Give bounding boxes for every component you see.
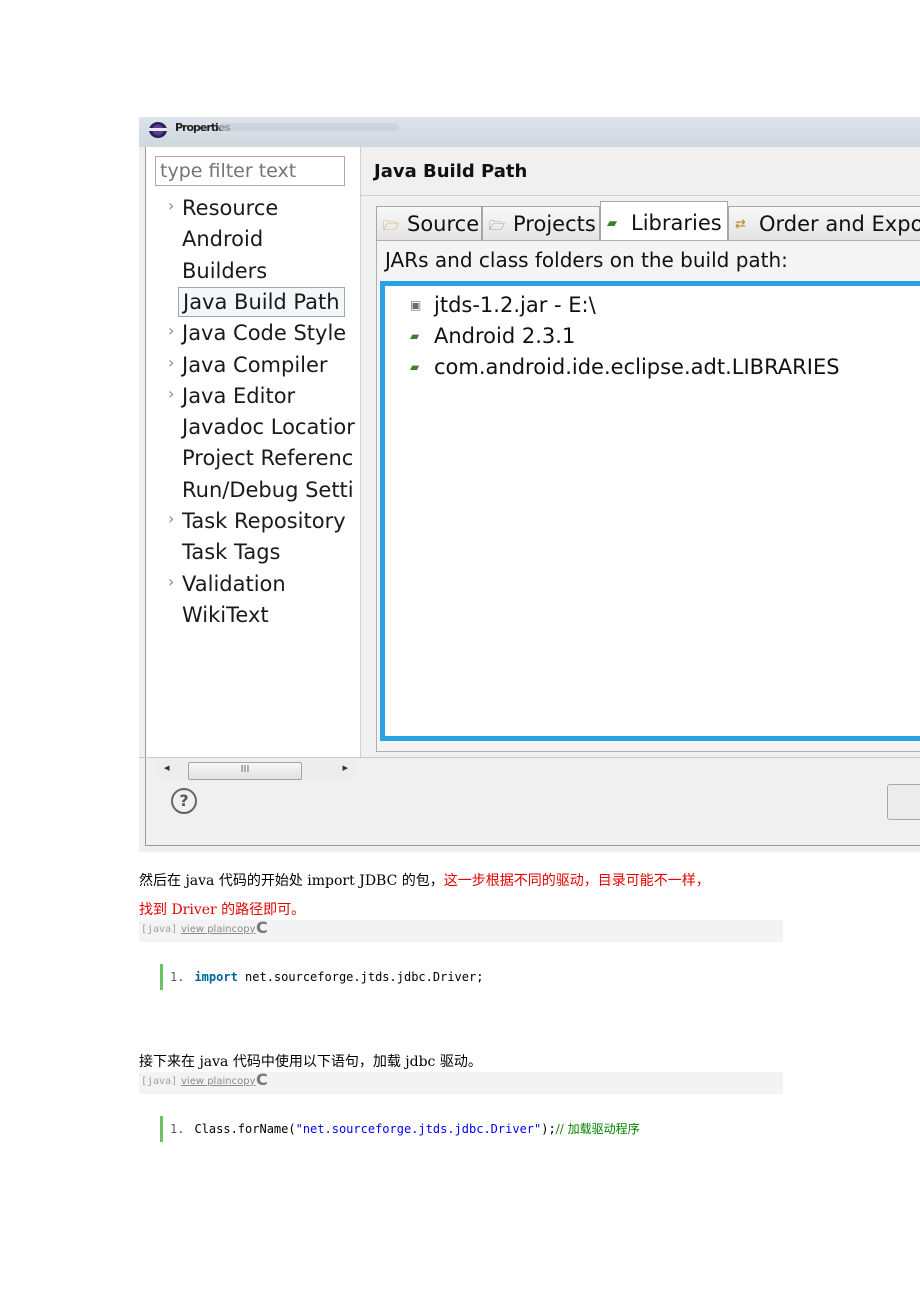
tree-item-label: Builders <box>182 258 268 283</box>
tree-item-label: Java Code Style <box>182 321 347 346</box>
tab-label: Order and Expor <box>759 212 920 236</box>
code-text: Class.forName( <box>194 1122 296 1136</box>
left-panel: ›ResourceAndroidBuildersJava Build Path›… <box>146 147 361 780</box>
filter-input[interactable] <box>155 156 345 186</box>
paragraph-driver-path: 找到 Driver 的路径即可。 <box>139 902 306 918</box>
window-title-bar: Properties <box>139 117 920 147</box>
source-folder-icon: 🗁 <box>383 219 400 234</box>
code-keyword: import <box>194 970 238 984</box>
dialog-divider <box>139 757 920 758</box>
tree-item-label: WikiText <box>182 602 269 627</box>
tree-item-label: Java Editor <box>182 383 296 408</box>
copy-icon[interactable]: C <box>256 918 268 937</box>
code-line-import: 1. import net.sourceforge.jtds.jdbc.Drive… <box>160 964 483 990</box>
paragraph-text: 然后在 java 代码的开始处 import JDBC 的包， <box>139 873 444 889</box>
expand-arrow-icon[interactable]: › <box>168 196 174 215</box>
tree-item-label: Resource <box>182 196 279 220</box>
tab-label: Source <box>407 212 480 236</box>
paragraph-load-driver: 接下来在 java 代码中使用以下语句，加载 jdbc 驱动。 <box>139 1054 482 1070</box>
right-panel: Java Build Path 🗁 Source 🗁 Projects ▰ Li… <box>361 147 920 757</box>
code-text: ); <box>541 1122 556 1136</box>
eclipse-properties-screenshot: Properties › Resource Android Builders Java … <box>139 117 920 852</box>
line-number: 1. <box>170 970 185 984</box>
code-line-class-forname: 1. Class.forName("net.sourceforge.jtds.jd… <box>160 1116 640 1142</box>
tab-libraries[interactable]: ▰ Libraries <box>600 201 728 241</box>
libraries-icon: ▰ <box>607 216 617 231</box>
tree-item[interactable]: › Validation <box>146 569 360 599</box>
tree-item-label: Project Referenc <box>182 446 354 471</box>
tree-item[interactable]: Project Referenc <box>146 443 360 473</box>
tree-item[interactable]: Java Build Path <box>146 286 360 317</box>
tree-item-label: Java Build Path <box>178 286 345 317</box>
tab-label: Libraries <box>631 211 722 235</box>
tree-item-label: Run/Debug Setti <box>182 477 354 502</box>
tree-item-label: Task Tags <box>182 540 281 565</box>
paragraph-highlight: 这一步根据不同的驱动，目录可能不一样， <box>443 873 710 889</box>
projects-icon: 🗁 <box>489 219 506 234</box>
line-number: 1. <box>170 1122 185 1136</box>
header-divider <box>361 195 920 196</box>
ok-button[interactable] <box>887 784 920 820</box>
code-language: [java] <box>141 1076 178 1087</box>
code-language: [java] <box>141 924 178 935</box>
tree-item-label: Validation <box>182 571 286 596</box>
view-plain-link[interactable]: view plaincopy <box>181 1076 255 1087</box>
copy-icon[interactable]: C <box>256 1070 268 1089</box>
library-label: jtds-1.2.jar - E:\ <box>434 293 596 317</box>
tree-item[interactable]: Run/Debug Setti <box>146 475 360 505</box>
tree-item[interactable]: Javadoc Locatior <box>146 412 360 442</box>
expand-arrow-icon[interactable]: › <box>168 384 174 403</box>
tree-item-label: Javadoc Locatior <box>182 415 355 440</box>
tab-projects[interactable]: 🗁 Projects <box>482 206 600 240</box>
tree-item-label: Task Repository <box>182 509 346 533</box>
page-title: Java Build Path <box>374 161 528 182</box>
scroll-right-icon[interactable]: ▸ <box>342 761 348 774</box>
tree-item[interactable]: › Java Code Style <box>146 318 360 348</box>
jar-icon: ▣ <box>410 298 422 312</box>
tree-item[interactable]: Builders <box>146 256 360 286</box>
tree-item[interactable]: › Java Editor <box>146 381 360 411</box>
libraries-list[interactable]: ▣ jtds-1.2.jar - E:\ ▰ Android 2.3.1 ▰ c… <box>380 281 920 741</box>
tree-item[interactable]: Task Tags <box>146 537 360 567</box>
code-text: net.sourceforge.jtds.jdbc.Driver; <box>237 970 484 984</box>
code-string: "net.sourceforge.jtds.jdbc.Driver" <box>295 1122 542 1136</box>
code-toolbar: [java] view plaincopy C <box>139 918 783 942</box>
paragraph-import: 然后在 java 代码的开始处 import JDBC 的包，这一步根据不同的驱… <box>139 870 710 890</box>
tree-item-label: Java Compiler <box>182 352 328 377</box>
jars-label: JARs and class folders on the build path… <box>385 248 788 272</box>
order-export-icon: ⇄ <box>735 217 746 232</box>
tree-item-label: Android <box>182 227 264 252</box>
library-icon: ▰ <box>410 329 420 343</box>
library-icon: ▰ <box>410 360 420 374</box>
code-comment: // 加载驱动程序 <box>555 1122 640 1136</box>
tree-item[interactable]: › Resource <box>146 193 360 223</box>
libraries-tab-body: JARs and class folders on the build path… <box>376 240 920 752</box>
scroll-thumb[interactable]: III <box>188 762 302 780</box>
tree-item[interactable]: WikiText <box>146 600 360 630</box>
frame-border <box>146 845 920 846</box>
horizontal-scrollbar[interactable]: ◂ III ▸ <box>158 760 354 780</box>
expand-arrow-icon[interactable]: › <box>168 572 174 591</box>
expand-arrow-icon[interactable]: › <box>168 353 174 372</box>
expand-arrow-icon[interactable]: › <box>168 321 174 340</box>
expand-arrow-icon[interactable]: › <box>168 509 174 528</box>
library-label: com.android.ide.eclipse.adt.LIBRARIES <box>434 355 840 379</box>
scroll-left-icon[interactable]: ◂ <box>164 761 170 774</box>
code-toolbar: [java] view plaincopy C <box>139 1070 783 1094</box>
tab-source[interactable]: 🗁 Source <box>376 206 482 240</box>
tab-order-and-export[interactable]: ⇄ Order and Expor <box>728 206 920 240</box>
eclipse-logo-icon <box>149 122 167 138</box>
tree-item[interactable]: › Task Repository <box>146 506 360 536</box>
tree-item[interactable]: Android <box>146 224 360 254</box>
tab-label: Projects <box>513 212 596 236</box>
help-button[interactable]: ? <box>171 788 197 814</box>
view-plain-link[interactable]: view plaincopy <box>181 924 255 935</box>
library-label: Android 2.3.1 <box>434 324 576 348</box>
tree-item[interactable]: › Java Compiler <box>146 350 360 380</box>
window-subtitle-blur <box>219 123 399 131</box>
